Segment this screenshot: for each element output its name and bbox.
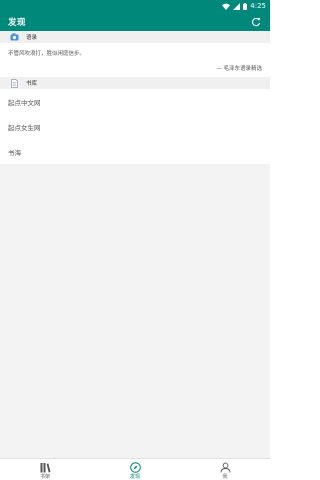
nav-label-me: 我 — [222, 474, 228, 480]
document-icon — [10, 78, 19, 88]
nav-label-bookshelf: 书架 — [39, 474, 50, 480]
nav-label-discover: 发现 — [129, 474, 140, 480]
refresh-icon[interactable] — [250, 16, 262, 28]
quote-text: 不管风吹浪打，胜似闲庭信步。 — [8, 51, 86, 57]
page-title: 发现 — [8, 17, 27, 28]
quote-source: — 毛泽东语录精选 — [216, 66, 262, 72]
library-item-qidian-female[interactable]: 起点女生网 — [0, 114, 270, 139]
bottom-nav: 书架 发现 我 — [0, 458, 270, 480]
camera-icon — [10, 33, 19, 42]
wifi-icon — [222, 3, 231, 10]
library-section-title: 书库 — [26, 81, 38, 87]
nav-item-me[interactable]: 我 — [195, 459, 255, 480]
nav-item-bookshelf[interactable]: 书架 — [15, 459, 75, 480]
library-list: 起点中文网 起点女生网 书海 — [0, 89, 270, 164]
quote-card[interactable]: 不管风吹浪打，胜似闲庭信步。 — 毛泽东语录精选 — [0, 43, 270, 77]
quote-section-header: 语录 — [0, 31, 270, 43]
signal-icon — [233, 2, 241, 10]
library-item-shuhai[interactable]: 书海 — [0, 139, 270, 164]
status-time: 4:25 — [250, 2, 266, 10]
bookshelf-icon — [40, 461, 51, 473]
discover-content: 语录 不管风吹浪打，胜似闲庭信步。 — 毛泽东语录精选 书库 起点中文网 起点女… — [0, 31, 270, 458]
person-icon — [220, 461, 231, 473]
status-bar: 4:25 — [0, 0, 270, 12]
app-bar: 发现 — [0, 12, 270, 31]
compass-icon — [129, 461, 141, 473]
library-section-header: 书库 — [0, 77, 270, 89]
quote-section-title: 语录 — [26, 35, 38, 41]
library-item-qidian[interactable]: 起点中文网 — [0, 89, 270, 114]
battery-icon — [243, 2, 248, 10]
nav-item-discover[interactable]: 发现 — [105, 459, 165, 480]
